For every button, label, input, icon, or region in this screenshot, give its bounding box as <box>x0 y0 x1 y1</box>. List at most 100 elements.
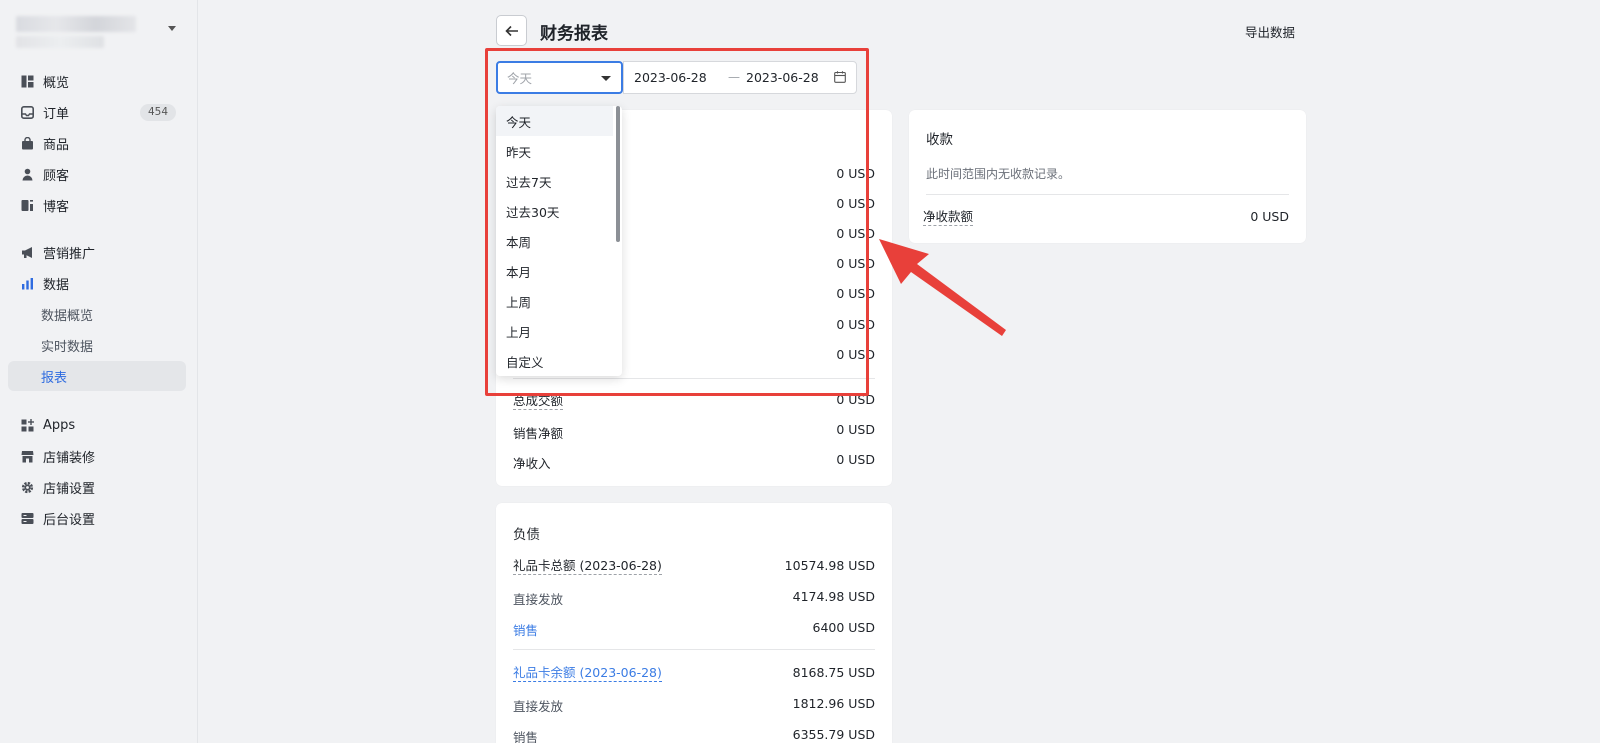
caret-down-icon <box>601 76 611 81</box>
net-sales-label: 销售净额 <box>513 426 564 441</box>
gift-card-total-value: 10574.98 USD <box>784 558 875 573</box>
divider <box>513 378 875 379</box>
gift-card-balance-value: 8168.75 USD <box>792 665 875 680</box>
orders-count-badge: 454 <box>139 104 176 121</box>
bar-chart-icon <box>20 276 34 290</box>
net-income-label: 净收入 <box>513 456 551 471</box>
chevron-down-icon <box>168 26 176 31</box>
option-this-month[interactable]: 本月 <box>496 256 613 286</box>
sidebar-item-blog[interactable]: 博客 <box>8 190 186 220</box>
gift-card-balance-link[interactable]: 礼品卡余额 (2023-06-28) <box>513 665 662 682</box>
blog-icon <box>20 198 34 212</box>
liabilities-title: 负债 <box>513 527 540 543</box>
direct-issue-value: 1812.96 USD <box>792 696 875 711</box>
direct-issue-label: 直接发放 <box>513 699 564 714</box>
sidebar-item-label: 博客 <box>43 199 70 215</box>
sidebar-item-analytics[interactable]: 数据 <box>8 268 186 298</box>
sidebar-item-label: 概览 <box>43 75 70 91</box>
sales-value: 0 USD <box>836 317 875 332</box>
sidebar-item-label: 订单 <box>43 106 70 122</box>
store-name-blurred <box>16 16 136 32</box>
sidebar-item-live-data[interactable]: 实时数据 <box>8 330 186 360</box>
export-data-button[interactable]: 导出数据 <box>1245 22 1295 41</box>
sidebar-item-overview[interactable]: 概览 <box>8 66 186 96</box>
divider <box>513 649 875 650</box>
sales-value: 0 USD <box>836 256 875 271</box>
arrow-left-icon <box>504 25 518 36</box>
payments-title: 收款 <box>926 132 953 148</box>
date-range-preset-select[interactable]: 今天 <box>496 61 623 94</box>
net-sales-value: 0 USD <box>836 422 875 437</box>
sales-gift-value: 6400 USD <box>812 620 876 635</box>
direct-issue-label: 直接发放 <box>513 592 564 607</box>
overview-icon <box>20 74 34 88</box>
inbox-icon <box>20 105 34 119</box>
option-last-week[interactable]: 上周 <box>496 286 613 316</box>
sales-value: 0 USD <box>836 226 875 241</box>
store-icon <box>20 449 34 463</box>
net-payments-value: 0 USD <box>1250 209 1289 224</box>
select-value: 今天 <box>507 71 533 86</box>
back-button[interactable] <box>496 15 527 46</box>
sidebar-item-admin-settings[interactable]: 后台设置 <box>8 503 186 533</box>
sidebar-item-apps[interactable]: Apps <box>8 410 186 440</box>
person-icon <box>20 167 34 181</box>
gross-sales-value: 0 USD <box>836 392 875 407</box>
date-preset-dropdown: 今天 昨天 过去7天 过去30天 本周 本月 上周 上月 自定义 <box>496 106 622 376</box>
sidebar: 概览 订单 454 商品 顾客 博客 营销推广 数据 数据概览 实时数据 报表 … <box>0 0 198 743</box>
sidebar-item-customers[interactable]: 顾客 <box>8 159 186 189</box>
sidebar-item-label: 商品 <box>43 137 70 153</box>
sidebar-item-marketing[interactable]: 营销推广 <box>8 237 186 267</box>
sales-value: 0 USD <box>836 347 875 362</box>
calendar-icon <box>834 71 846 87</box>
gear-icon <box>20 480 34 494</box>
option-last-month[interactable]: 上月 <box>496 316 613 346</box>
sales-value: 0 USD <box>836 286 875 301</box>
direct-issue-value: 4174.98 USD <box>792 589 875 604</box>
sidebar-item-reports[interactable]: 报表 <box>8 361 186 391</box>
apps-icon <box>20 418 34 432</box>
sidebar-item-analytics-overview[interactable]: 数据概览 <box>8 299 186 329</box>
store-url-blurred <box>16 36 104 48</box>
sidebar-item-label: 实时数据 <box>41 339 94 355</box>
start-date-input[interactable]: 2023-06-28 <box>634 70 707 85</box>
gift-card-total-label: 礼品卡总额 (2023-06-28) <box>513 558 662 575</box>
sidebar-item-label: 数据 <box>43 277 70 293</box>
server-icon <box>20 511 34 525</box>
sidebar-item-label: 店铺设置 <box>43 481 96 497</box>
sidebar-item-label: 顾客 <box>43 168 70 184</box>
date-range-picker[interactable]: 2023-06-28 — 2023-06-28 <box>623 61 857 94</box>
page-title: 财务报表 <box>540 24 608 44</box>
option-last-30-days[interactable]: 过去30天 <box>496 196 613 226</box>
option-last-7-days[interactable]: 过去7天 <box>496 166 613 196</box>
option-today[interactable]: 今天 <box>496 106 613 136</box>
sidebar-item-products[interactable]: 商品 <box>8 128 186 158</box>
option-this-week[interactable]: 本周 <box>496 226 613 256</box>
end-date-input[interactable]: 2023-06-28 <box>746 70 819 85</box>
sidebar-item-label: 数据概览 <box>41 308 94 324</box>
payments-empty-text: 此时间范围内无收款记录。 <box>926 167 1071 181</box>
sidebar-item-theme[interactable]: 店铺装修 <box>8 441 186 471</box>
sales-balance-value: 6355.79 USD <box>792 727 875 742</box>
date-separator: — <box>728 70 740 84</box>
sales-value: 0 USD <box>836 196 875 211</box>
dropdown-scrollbar[interactable] <box>616 106 620 242</box>
sidebar-item-label: 营销推广 <box>43 246 96 262</box>
sidebar-item-label: 后台设置 <box>43 512 96 528</box>
sidebar-item-store-settings[interactable]: 店铺设置 <box>8 472 186 502</box>
net-payments-label: 净收款额 <box>923 209 974 226</box>
sidebar-item-label: 报表 <box>41 370 68 386</box>
store-switcher[interactable] <box>16 14 184 50</box>
net-income-value: 0 USD <box>836 452 875 467</box>
sidebar-item-label: Apps <box>43 417 76 433</box>
sales-link[interactable]: 销售 <box>513 620 538 639</box>
megaphone-icon <box>20 245 34 259</box>
option-custom[interactable]: 自定义 <box>496 346 613 376</box>
divider <box>926 194 1289 195</box>
gross-sales-label: 总成交额 <box>513 393 564 410</box>
sidebar-item-label: 店铺装修 <box>43 450 96 466</box>
option-yesterday[interactable]: 昨天 <box>496 136 613 166</box>
sidebar-item-orders[interactable]: 订单 454 <box>8 97 186 127</box>
sales-value: 0 USD <box>836 166 875 181</box>
bag-icon <box>20 136 34 150</box>
